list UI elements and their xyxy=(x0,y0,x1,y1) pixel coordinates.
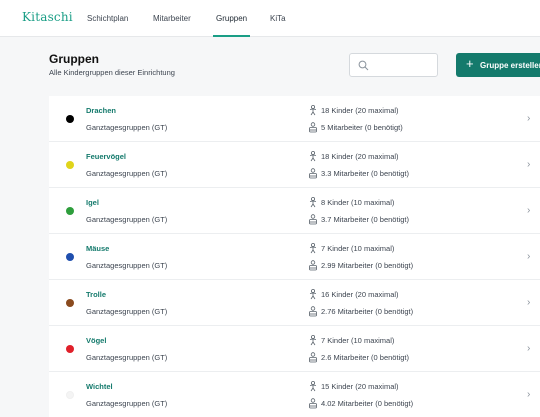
group-staff-text: 2.6 Mitarbeiter (0 benötigt) xyxy=(321,353,409,362)
group-row[interactable]: Feuervögel Ganztagesgruppen (GT) 18 Kind… xyxy=(49,142,540,188)
group-kids-text: 15 Kinder (20 maximal) xyxy=(321,382,399,391)
staff-icon xyxy=(309,306,317,317)
page-title: Gruppen xyxy=(49,52,99,66)
top-navigation-bar: Kitaschi Schichtplan Mitarbeiter Gruppen… xyxy=(0,0,540,37)
child-icon xyxy=(309,243,317,254)
group-name[interactable]: Mäuse xyxy=(86,244,109,253)
group-color-dot xyxy=(66,345,74,353)
group-name[interactable]: Igel xyxy=(86,198,99,207)
group-name[interactable]: Wichtel xyxy=(86,382,113,391)
group-staff-text: 2.99 Mitarbeiter (0 benötigt) xyxy=(321,261,414,270)
chevron-right-icon[interactable]: › xyxy=(527,343,530,354)
group-type: Ganztagesgruppen (GT) xyxy=(86,353,168,362)
create-group-button[interactable]: + Gruppe erstellen xyxy=(456,53,540,77)
group-type: Ganztagesgruppen (GT) xyxy=(86,123,168,132)
staff-icon xyxy=(309,214,317,225)
chevron-right-icon[interactable]: › xyxy=(527,113,530,124)
group-kids-text: 7 Kinder (10 maximal) xyxy=(321,336,395,345)
group-color-dot xyxy=(66,253,74,261)
group-kids-text: 7 Kinder (10 maximal) xyxy=(321,244,395,253)
group-row[interactable]: Igel Ganztagesgruppen (GT) 8 Kinder (10 … xyxy=(49,188,540,234)
group-kids-text: 18 Kinder (20 maximal) xyxy=(321,106,399,115)
group-row[interactable]: Vögel Ganztagesgruppen (GT) 7 Kinder (10… xyxy=(49,326,540,372)
group-color-dot xyxy=(66,299,74,307)
nav-item-kita[interactable]: KiTa xyxy=(270,14,286,37)
group-staff-text: 3.7 Mitarbeiter (0 benötigt) xyxy=(321,215,409,224)
group-list: Drachen Ganztagesgruppen (GT) 18 Kinder … xyxy=(49,96,540,417)
app-logo[interactable]: Kitaschi xyxy=(22,10,73,24)
plus-icon: + xyxy=(466,56,474,71)
group-row[interactable]: Mäuse Ganztagesgruppen (GT) 7 Kinder (10… xyxy=(49,234,540,280)
nav-item-gruppen[interactable]: Gruppen xyxy=(212,14,251,37)
create-group-label: Gruppe erstellen xyxy=(480,61,540,70)
chevron-right-icon[interactable]: › xyxy=(527,389,530,400)
group-type: Ganztagesgruppen (GT) xyxy=(86,261,168,270)
group-staff-text: 5 Mitarbeiter (0 benötigt) xyxy=(321,123,403,132)
staff-icon xyxy=(309,122,317,133)
group-row[interactable]: Drachen Ganztagesgruppen (GT) 18 Kinder … xyxy=(49,96,540,142)
child-icon xyxy=(309,105,317,116)
staff-icon xyxy=(309,260,317,271)
staff-icon xyxy=(309,398,317,409)
child-icon xyxy=(309,197,317,208)
child-icon xyxy=(309,381,317,392)
group-color-dot xyxy=(66,161,74,169)
group-staff-text: 3.3 Mitarbeiter (0 benötigt) xyxy=(321,169,409,178)
staff-icon xyxy=(309,168,317,179)
child-icon xyxy=(309,289,317,300)
group-name[interactable]: Drachen xyxy=(86,106,116,115)
group-row[interactable]: Trolle Ganztagesgruppen (GT) 16 Kinder (… xyxy=(49,280,540,326)
chevron-right-icon[interactable]: › xyxy=(527,297,530,308)
group-color-dot xyxy=(66,207,74,215)
group-type: Ganztagesgruppen (GT) xyxy=(86,399,168,408)
group-color-dot xyxy=(66,115,74,123)
group-type: Ganztagesgruppen (GT) xyxy=(86,307,168,316)
group-kids-text: 16 Kinder (20 maximal) xyxy=(321,290,399,299)
chevron-right-icon[interactable]: › xyxy=(527,159,530,170)
child-icon xyxy=(309,151,317,162)
staff-icon xyxy=(309,352,317,363)
group-staff-text: 4.02 Mitarbeiter (0 benötigt) xyxy=(321,399,414,408)
group-type: Ganztagesgruppen (GT) xyxy=(86,215,168,224)
chevron-right-icon[interactable]: › xyxy=(527,205,530,216)
nav-item-mitarbeiter[interactable]: Mitarbeiter xyxy=(153,14,191,37)
page-subtitle: Alle Kindergruppen dieser Einrichtung xyxy=(49,68,175,77)
group-name[interactable]: Feuervögel xyxy=(86,152,126,161)
search-input[interactable] xyxy=(349,53,438,77)
group-kids-text: 8 Kinder (10 maximal) xyxy=(321,198,395,207)
search-icon xyxy=(358,60,369,71)
group-kids-text: 18 Kinder (20 maximal) xyxy=(321,152,399,161)
group-type: Ganztagesgruppen (GT) xyxy=(86,169,168,178)
group-staff-text: 2.76 Mitarbeiter (0 benötigt) xyxy=(321,307,414,316)
child-icon xyxy=(309,335,317,346)
nav-item-schichtplan[interactable]: Schichtplan xyxy=(87,14,128,37)
group-name[interactable]: Vögel xyxy=(86,336,106,345)
group-color-dot xyxy=(66,391,74,399)
chevron-right-icon[interactable]: › xyxy=(527,251,530,262)
group-row[interactable]: Wichtel Ganztagesgruppen (GT) 15 Kinder … xyxy=(49,372,540,417)
group-name[interactable]: Trolle xyxy=(86,290,106,299)
